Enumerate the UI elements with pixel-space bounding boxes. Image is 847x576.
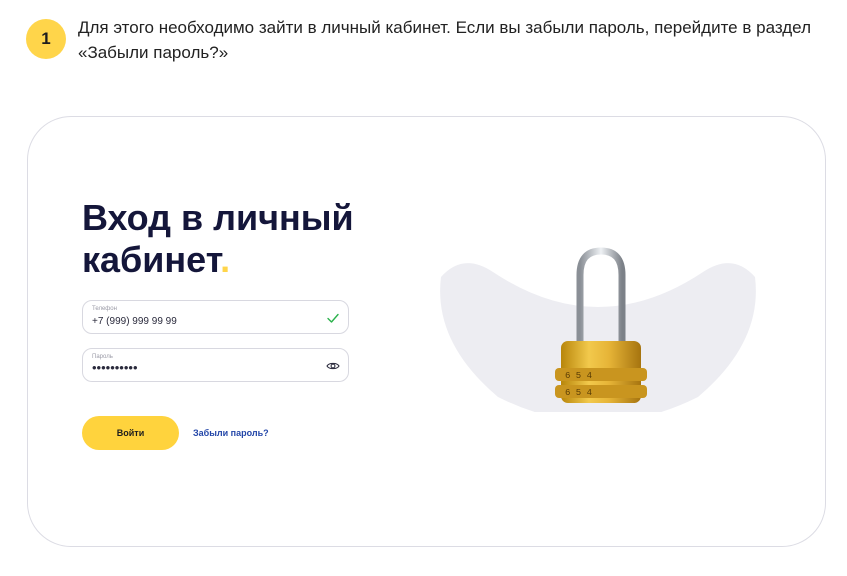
login-title: Вход в личный кабинет. — [82, 197, 354, 281]
title-dot: . — [220, 239, 231, 280]
check-icon — [327, 313, 339, 323]
padlock-icon: 6 5 4 6 5 4 — [440, 247, 756, 412]
phone-field-label: Телефон — [92, 306, 117, 312]
login-button[interactable]: Войти — [82, 416, 179, 450]
login-title-line2: кабинет — [82, 239, 221, 280]
svg-text:6 5 4: 6 5 4 — [565, 371, 592, 381]
login-title-line1: Вход в личный — [82, 197, 354, 238]
password-field-value: •••••••••• — [92, 360, 138, 375]
phone-field-value: +7 (999) 999 99 99 — [92, 316, 177, 327]
step-number-badge: 1 — [26, 19, 66, 59]
eye-icon[interactable] — [326, 359, 340, 373]
forgot-password-link[interactable]: Забыли пароль? — [193, 428, 269, 438]
svg-text:6 5 4: 6 5 4 — [565, 388, 592, 398]
password-field[interactable]: Пароль •••••••••• — [82, 348, 349, 382]
step-instruction-text: Для этого необходимо зайти в личный каби… — [78, 18, 811, 62]
login-preview-card: Вход в личный кабинет. Телефон +7 (999) … — [27, 116, 826, 547]
phone-field[interactable]: Телефон +7 (999) 999 99 99 — [82, 300, 349, 334]
step-number: 1 — [41, 29, 51, 48]
